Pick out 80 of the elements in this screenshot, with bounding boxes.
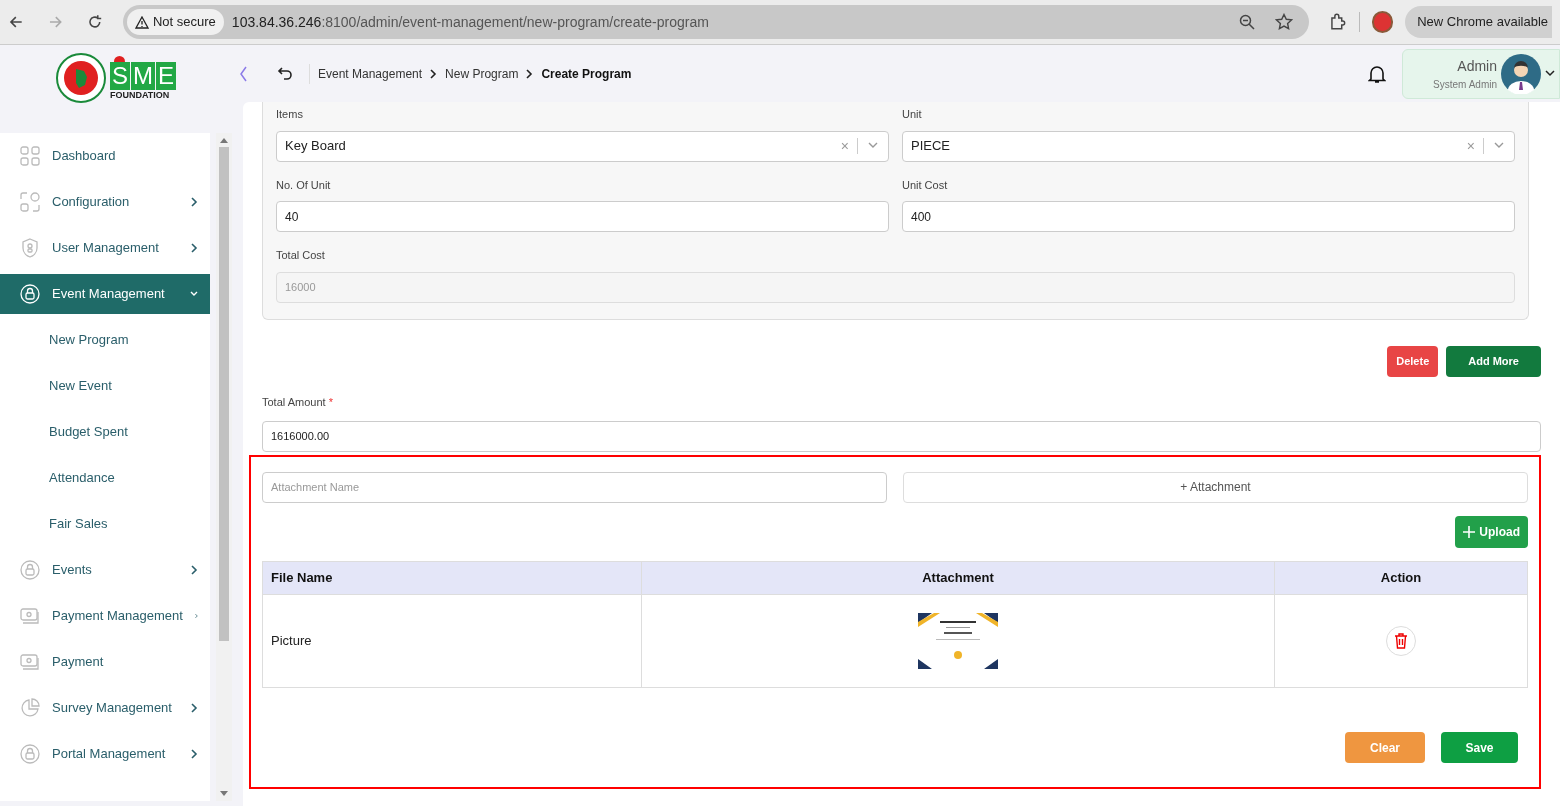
undo-icon[interactable] bbox=[277, 65, 293, 82]
input-field[interactable]: 400 bbox=[902, 201, 1515, 232]
collapse-icon[interactable] bbox=[238, 64, 248, 83]
security-chip[interactable]: Not secure bbox=[126, 9, 224, 35]
lock-icon bbox=[20, 744, 40, 764]
puzzle-icon[interactable] bbox=[1329, 13, 1347, 31]
scrollbar[interactable] bbox=[216, 133, 232, 801]
sidebar-subitem[interactable]: New Event bbox=[0, 366, 210, 406]
lock-icon bbox=[20, 560, 40, 580]
shapes-icon bbox=[20, 192, 40, 212]
back-icon[interactable] bbox=[8, 14, 24, 30]
sidebar-subitem[interactable]: Budget Spent bbox=[0, 412, 210, 452]
sidebar-subitem[interactable]: Attendance bbox=[0, 458, 210, 498]
field-label: Total Amount * bbox=[262, 395, 333, 408]
scroll-down-icon[interactable] bbox=[220, 791, 228, 797]
sidebar-item[interactable]: Events bbox=[0, 550, 210, 590]
chevron-down-icon bbox=[1545, 70, 1555, 77]
warning-icon bbox=[134, 15, 149, 29]
banknote-icon bbox=[20, 608, 40, 624]
attachment-button[interactable]: + Attachment bbox=[903, 471, 1528, 503]
sidebar-subitem[interactable]: Fair Sales bbox=[0, 504, 210, 544]
url-text: 103.84.36.246:8100/admin/event-management/new-program/create-program bbox=[231, 12, 709, 32]
chevron-down-icon bbox=[190, 291, 198, 297]
scroll-up-icon[interactable] bbox=[220, 137, 228, 143]
chevron-right-icon bbox=[191, 703, 198, 713]
sidebar-subitem[interactable]: New Program bbox=[0, 320, 210, 360]
zoom-out-icon[interactable] bbox=[1239, 14, 1255, 30]
breadcrumb-item[interactable]: New Program bbox=[445, 64, 519, 83]
sidebar-item[interactable]: Survey Management bbox=[0, 688, 210, 728]
chevron-right-icon bbox=[191, 749, 198, 759]
input-field[interactable]: 40 bbox=[276, 201, 889, 232]
input-field[interactable]: 1616000.00 bbox=[262, 420, 1541, 452]
user-menu[interactable]: Admin System Admin bbox=[1402, 48, 1560, 99]
sidebar-item[interactable]: Payment bbox=[0, 642, 210, 682]
emblem-logo bbox=[56, 52, 106, 103]
chevron-right-icon bbox=[191, 565, 198, 575]
field-label: Unit bbox=[902, 107, 923, 122]
sidebar-item[interactable]: Portal Management bbox=[0, 734, 210, 774]
user-name: Admin bbox=[1457, 56, 1497, 76]
delete-icon-button[interactable] bbox=[1386, 625, 1416, 656]
field-label: No. Of Unit bbox=[276, 177, 332, 193]
shield-icon bbox=[21, 238, 39, 258]
column-header: File Name bbox=[262, 561, 642, 594]
grid-icon bbox=[20, 146, 40, 166]
add-more-button[interactable]: Add More bbox=[1446, 345, 1541, 377]
profile-avatar[interactable] bbox=[1371, 11, 1394, 33]
breadcrumb-item[interactable]: Event Management bbox=[318, 64, 423, 83]
notification-icon[interactable] bbox=[1368, 63, 1386, 84]
field-label: Unit Cost bbox=[902, 177, 949, 193]
select-field[interactable]: PIECE × bbox=[902, 130, 1515, 162]
pie-chart-icon bbox=[20, 698, 40, 718]
lock-icon bbox=[20, 284, 40, 304]
trash-icon bbox=[1394, 632, 1408, 649]
sidebar-item[interactable]: Payment Management bbox=[0, 596, 210, 636]
plus-icon bbox=[1463, 525, 1476, 538]
chevron-right-icon bbox=[191, 197, 198, 207]
chevron-right-icon bbox=[526, 68, 534, 79]
breadcrumb-item: Create Program bbox=[541, 65, 632, 83]
column-header: Attachment bbox=[641, 561, 1275, 594]
chevron-right-icon bbox=[430, 68, 438, 79]
column-header: Action bbox=[1274, 561, 1528, 594]
sidebar-item[interactable]: User Management bbox=[0, 228, 210, 268]
sidebar-item[interactable]: Event Management bbox=[0, 274, 210, 314]
user-role: System Admin bbox=[1433, 77, 1497, 92]
chevron-right-icon bbox=[191, 243, 198, 253]
address-bar[interactable]: Not secure 103.84.36.246:8100/admin/event-management/new-program/create-program bbox=[122, 5, 1309, 39]
select-field[interactable]: Key Board × bbox=[276, 130, 889, 162]
field-label: Total Cost bbox=[276, 248, 326, 263]
sidebar-item[interactable]: Configuration bbox=[0, 182, 210, 222]
banknote-icon bbox=[20, 654, 40, 670]
chevron-right-icon bbox=[194, 611, 198, 621]
avatar-silhouette bbox=[1501, 53, 1541, 94]
star-icon[interactable] bbox=[1275, 13, 1293, 31]
field-label: Items bbox=[276, 107, 304, 122]
delete-button[interactable]: Delete bbox=[1387, 345, 1439, 377]
sme-logo: S M E FOUNDATION bbox=[110, 55, 176, 100]
table-cell: Picture bbox=[262, 594, 642, 687]
reload-icon[interactable] bbox=[87, 14, 103, 30]
update-chip[interactable]: New Chrome available bbox=[1405, 6, 1552, 38]
sidebar-item[interactable]: Dashboard bbox=[0, 136, 210, 176]
